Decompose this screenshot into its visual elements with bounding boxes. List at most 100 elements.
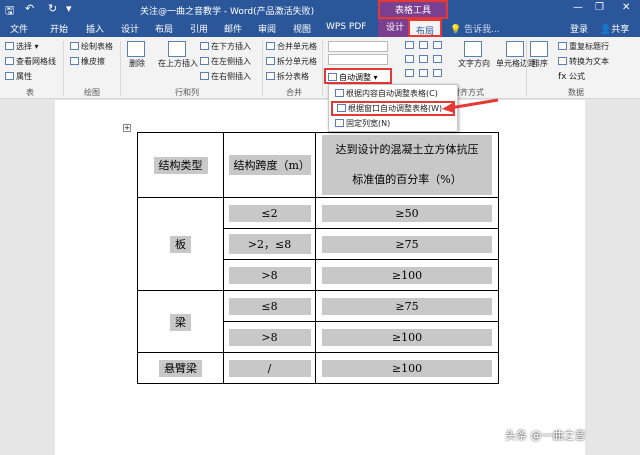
- close-icon[interactable]: ✕: [622, 2, 630, 13]
- table-cell[interactable]: /: [223, 352, 316, 384]
- cell-pct: ≥100: [322, 359, 492, 377]
- draw-table-button[interactable]: 绘制表格: [70, 41, 113, 52]
- table-cell[interactable]: ≥50: [315, 197, 499, 229]
- redo-icon[interactable]: ↻: [48, 2, 57, 15]
- login-button[interactable]: 登录: [570, 22, 588, 35]
- properties-icon: [5, 72, 14, 80]
- draw-table-label: 绘制表格: [81, 42, 113, 51]
- menu-item-autofit-contents[interactable]: 根据内容自动调整表格(C): [335, 88, 438, 99]
- align-middle-left-icon[interactable]: [405, 55, 414, 63]
- select-button[interactable]: 选择 ▾: [5, 41, 39, 52]
- group-merge: 合并: [286, 88, 302, 97]
- table-cell[interactable]: ≥75: [315, 228, 499, 260]
- tab-table-design[interactable]: 设计: [378, 19, 412, 37]
- customize-icon[interactable]: ▾: [66, 2, 72, 15]
- align-top-left-icon[interactable]: [405, 41, 414, 49]
- share-button[interactable]: 👤共享: [600, 22, 629, 35]
- undo-icon[interactable]: ↶: [25, 2, 34, 15]
- tab-mailings[interactable]: 邮件: [224, 22, 242, 35]
- split-cells-button[interactable]: 拆分单元格: [266, 56, 317, 67]
- insert-left-button[interactable]: 在左侧插入: [200, 56, 251, 67]
- sort-label: 排序: [532, 59, 548, 68]
- tab-view[interactable]: 视图: [293, 22, 311, 35]
- table-cell[interactable]: 达到设计的混凝土立方体抗压 标准值的百分率（%）: [315, 132, 499, 198]
- table-cell[interactable]: ≥100: [315, 259, 499, 291]
- table-cell[interactable]: >2，≤8: [223, 228, 316, 260]
- tab-design[interactable]: 设计: [121, 22, 139, 35]
- tab-wps-pdf[interactable]: WPS PDF: [326, 22, 366, 32]
- align-top-right-icon[interactable]: [433, 41, 442, 49]
- header-type: 结构类型: [153, 157, 208, 174]
- table-cell[interactable]: 梁: [137, 290, 224, 353]
- tell-me-search[interactable]: 💡 告诉我...: [450, 22, 500, 35]
- align-bottom-center-icon[interactable]: [419, 69, 428, 77]
- tab-file[interactable]: 文件: [10, 22, 28, 35]
- table-cell[interactable]: >8: [223, 259, 316, 291]
- autofit-contents-label: 根据内容自动调整表格(C): [346, 89, 438, 98]
- repeat-header-button[interactable]: 重复标题行: [558, 41, 609, 52]
- merge-cells-label: 合并单元格: [277, 42, 317, 51]
- table-cell[interactable]: 结构跨度（m）: [223, 132, 316, 198]
- eraser-button[interactable]: 橡皮擦: [70, 56, 105, 67]
- align-bottom-right-icon[interactable]: [433, 69, 442, 77]
- align-middle-center-icon[interactable]: [419, 55, 428, 63]
- table-cell[interactable]: ≥100: [315, 321, 499, 353]
- tab-references[interactable]: 引用: [190, 22, 208, 35]
- menu-item-fixed-width[interactable]: 固定列宽(N): [335, 118, 390, 129]
- tab-home[interactable]: 开始: [50, 22, 68, 35]
- document-table[interactable]: 结构类型 结构跨度（m） 达到设计的混凝土立方体抗压 标准值的百分率（%） 板 ≤…: [137, 132, 499, 384]
- column-width-input[interactable]: [328, 54, 388, 65]
- divider: [63, 41, 64, 96]
- cell-pct: ≥75: [322, 297, 492, 315]
- fixed-width-label: 固定列宽(N): [346, 119, 391, 128]
- split-table-button[interactable]: 拆分表格: [266, 71, 309, 82]
- cell-pct: ≥100: [322, 266, 492, 284]
- row-height-input[interactable]: [328, 41, 388, 52]
- alignment-grid[interactable]: [405, 41, 465, 81]
- convert-text-button[interactable]: 转换为文本: [558, 56, 609, 67]
- tab-layout-page[interactable]: 布局: [155, 22, 173, 35]
- table-move-handle[interactable]: +: [123, 124, 131, 132]
- delete-label: 删除: [129, 59, 145, 68]
- table-cell[interactable]: ≥75: [315, 290, 499, 322]
- cell-span: >8: [228, 266, 311, 284]
- table-cell[interactable]: 结构类型: [137, 132, 224, 198]
- cell-span: /: [228, 359, 311, 377]
- delete-button[interactable]: 删除: [127, 41, 147, 69]
- cell-pct: ≥100: [322, 328, 492, 346]
- merge-cells-button[interactable]: 合并单元格: [266, 41, 317, 52]
- table-cell[interactable]: 悬臂梁: [137, 352, 224, 384]
- divider: [526, 41, 527, 96]
- tab-insert[interactable]: 插入: [86, 22, 104, 35]
- align-bottom-left-icon[interactable]: [405, 69, 414, 77]
- table-cell[interactable]: ≤8: [223, 290, 316, 322]
- align-middle-right-icon[interactable]: [433, 55, 442, 63]
- insert-right-button[interactable]: 在右侧插入: [200, 71, 251, 82]
- draw-table-icon: [70, 42, 79, 50]
- fixed-width-icon: [335, 119, 344, 127]
- table-cell[interactable]: ≤2: [223, 197, 316, 229]
- formula-button[interactable]: fx 公式: [558, 71, 585, 82]
- restore-icon[interactable]: ❐: [595, 2, 604, 13]
- table-cell[interactable]: >8: [223, 321, 316, 353]
- sort-button[interactable]: 排序: [530, 41, 550, 69]
- autofit-label: 自动调整: [339, 73, 371, 82]
- align-top-center-icon[interactable]: [419, 41, 428, 49]
- minimize-icon[interactable]: —: [573, 2, 583, 13]
- text-direction-button[interactable]: 文字方向: [458, 41, 490, 69]
- insert-above-button[interactable]: 在上方插入: [158, 41, 198, 69]
- view-gridlines-button[interactable]: 查看网格线: [5, 56, 56, 67]
- table-cell[interactable]: ≥100: [315, 352, 499, 384]
- cell-pct: ≥50: [322, 204, 492, 222]
- annotation-arrow: [442, 98, 499, 113]
- insert-above-label: 在上方插入: [158, 59, 198, 68]
- text-direction-label: 文字方向: [458, 59, 490, 68]
- properties-button[interactable]: 属性: [5, 71, 32, 82]
- tab-table-layout[interactable]: 布局: [408, 19, 443, 37]
- autofit-button[interactable]: 自动调整 ▾: [324, 68, 392, 84]
- table-cell[interactable]: 板: [137, 197, 224, 291]
- divider: [262, 41, 263, 96]
- tab-review[interactable]: 审阅: [258, 22, 276, 35]
- insert-below-button[interactable]: 在下方插入: [200, 41, 251, 52]
- menu-item-autofit-window[interactable]: 根据窗口自动调整表格(W): [331, 101, 455, 116]
